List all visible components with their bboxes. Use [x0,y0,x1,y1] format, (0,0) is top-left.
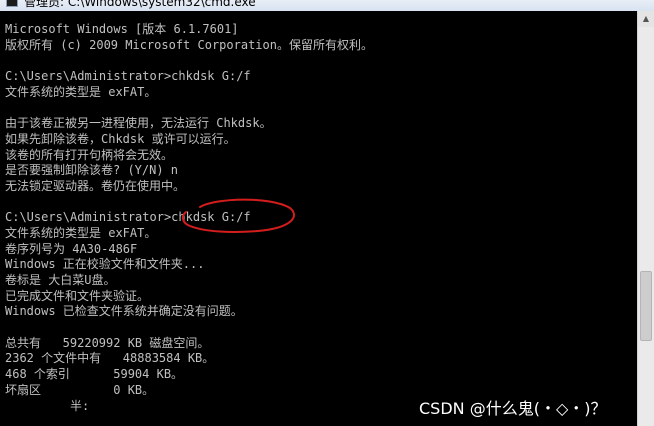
window-title: 管理员: C:\Windows\system32\cmd.exe [24,0,256,9]
scroll-thumb[interactable] [640,271,652,341]
console-line: 文件系统的类型是 exFAT。 [5,84,157,99]
console-line: 版权所有 (c) 2009 Microsoft Corporation。保留所有… [5,37,373,52]
console-line: 已完成文件和文件夹验证。 [5,288,150,303]
console-line: 如果先卸除该卷，Chkdsk 或许可以运行。 [5,131,236,146]
cmd-window: 管理员: C:\Windows\system32\cmd.exe Microso… [0,0,654,426]
console-line: 2362 个文件中有 48883584 KB。 [5,351,215,366]
console-line: 卷序列号为 4A30-486F [5,241,138,256]
console-line: 该卷的所有打开句柄将会无效。 [5,147,174,162]
console-line: Windows 已检查文件系统并确定没有问题。 [5,304,243,319]
scroll-up-arrow-icon[interactable]: ▲ [638,11,654,27]
console-output[interactable]: Microsoft Windows [版本 6.1.7601] 版权所有 (c)… [5,22,635,426]
console-line: C:\Users\Administrator>chkdsk G:/f [5,69,251,84]
csdn-watermark: CSDN @什么鬼(・◇・)？ [419,399,607,418]
cmd-app-icon [6,0,18,7]
vertical-scrollbar[interactable]: ▲ [637,11,654,426]
console-line: 文件系统的类型是 exFAT。 [5,225,157,240]
console-line: Windows 正在校验文件和文件夹... [5,257,205,272]
console-line: 468 个索引 59904 KB。 [5,367,184,382]
console-line: 卷标是 大白菜U盘。 [5,273,116,287]
console-line: 是否要强制卸除该卷? (Y/N) n [5,163,179,178]
console-line: 由于该卷正被另一进程使用，无法运行 Chkdsk。 [5,116,272,131]
console-line: C:\Users\Administrator>chkdsk G:/f [5,210,251,225]
console-line: 无法锁定驱动器。卷仍在使用中。 [5,178,186,193]
console-line: 总共有 59220992 KB 磁盘空间。 [5,335,210,350]
console-line: Microsoft Windows [版本 6.1.7601] [5,22,239,36]
title-bar[interactable]: 管理员: C:\Windows\system32\cmd.exe [0,0,654,11]
